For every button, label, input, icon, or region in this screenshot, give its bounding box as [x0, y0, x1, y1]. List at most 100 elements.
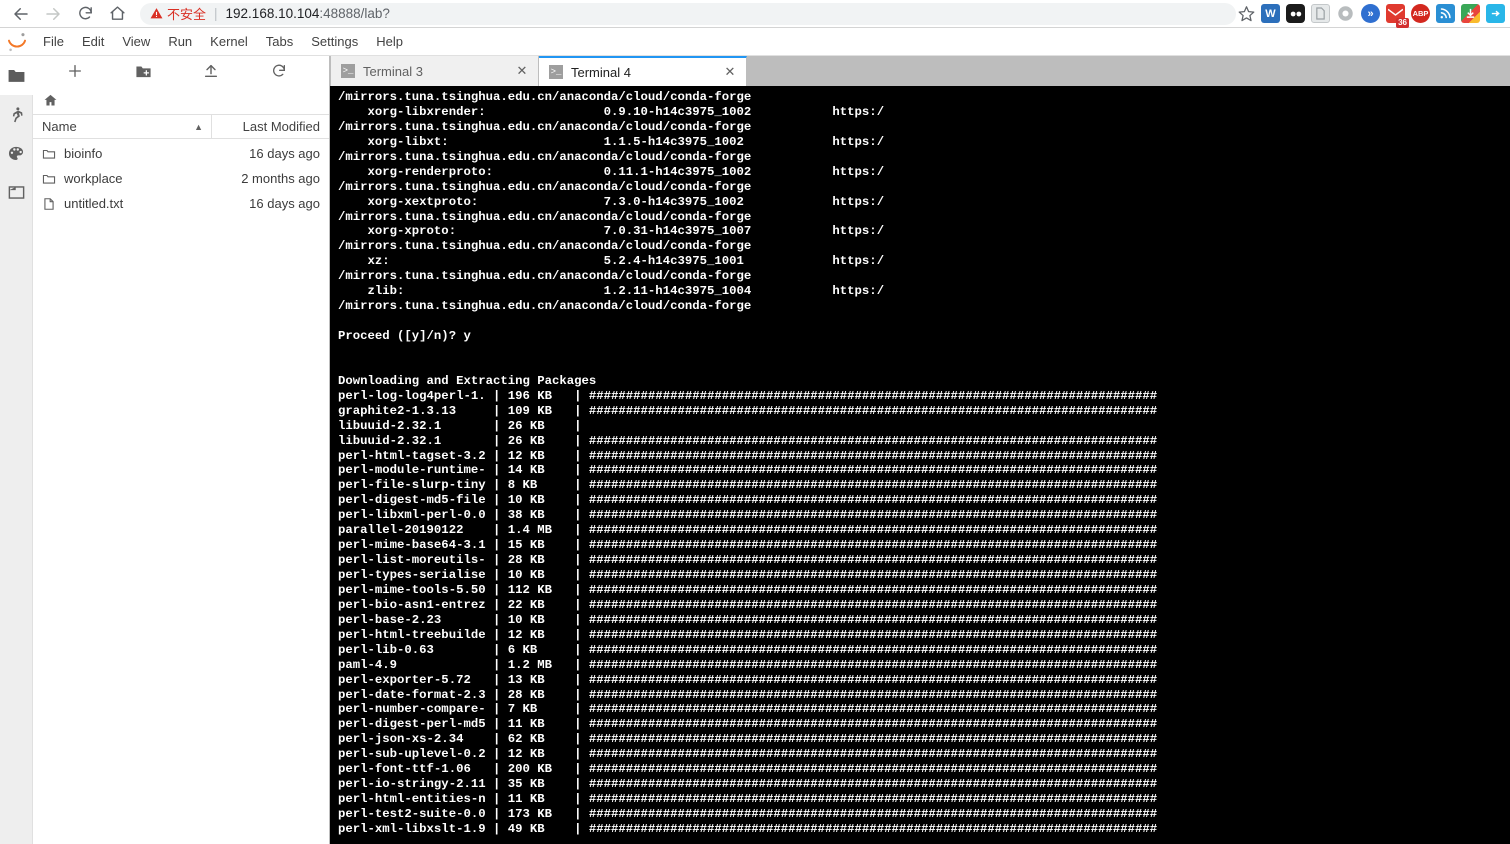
- terminal-line: /mirrors.tuna.tsinghua.edu.cn/anaconda/c…: [338, 239, 752, 254]
- reload-icon[interactable]: [70, 1, 100, 27]
- terminal-line: perl-io-stringy-2.11 | 35 KB | #########…: [338, 777, 1158, 792]
- terminal-line: xorg-xproto: 7.0.31-h14c3975_1007 https:…: [338, 224, 885, 239]
- menu-item-edit[interactable]: Edit: [73, 30, 113, 53]
- terminal-output[interactable]: /mirrors.tuna.tsinghua.edu.cn/anaconda/c…: [330, 86, 1510, 844]
- terminal-line: Downloading and Extracting Packages: [338, 373, 597, 388]
- menu-item-help[interactable]: Help: [367, 30, 412, 53]
- tab-terminal-4[interactable]: >_ Terminal 4 ✕: [539, 56, 747, 86]
- list-item[interactable]: untitled.txt 16 days ago: [33, 191, 329, 216]
- terminal-line: perl-types-serialise | 10 KB | #########…: [338, 568, 1158, 582]
- terminal-line: perl-sub-uplevel-0.2 | 12 KB | #########…: [338, 747, 1158, 762]
- list-item-name: bioinfo: [64, 146, 103, 161]
- chevrons-extension-icon[interactable]: »: [1361, 4, 1380, 23]
- file-list: bioinfo 16 days ago workplace 2 months a…: [33, 139, 329, 844]
- folder-icon: [42, 172, 64, 186]
- terminal-line: perl-digest-perl-md5 | 11 KB | #########…: [338, 717, 1158, 732]
- terminal-line: xorg-renderproto: 0.11.1-h14c3975_1002 h…: [338, 164, 885, 179]
- terminal-icon: >_: [549, 65, 563, 79]
- tab-label: Terminal 3: [363, 63, 423, 79]
- adblock-extension-icon[interactable]: ABP: [1411, 4, 1430, 23]
- menu-item-kernel[interactable]: Kernel: [201, 30, 257, 53]
- column-header-last-modified[interactable]: Last Modified: [212, 119, 329, 134]
- tab-terminal-3[interactable]: >_ Terminal 3 ✕: [331, 56, 539, 86]
- terminal-line: perl-list-moreutils- | 28 KB | #########…: [338, 553, 1158, 568]
- terminal-line: perl-file-slurp-tiny | 8 KB | ##########…: [338, 478, 1158, 493]
- proxy-extension-icon[interactable]: [1486, 4, 1505, 23]
- forward-arrow-icon[interactable]: [38, 1, 68, 27]
- terminal-line: xorg-libxt: 1.1.5-h14c3975_1002 https:/: [338, 134, 885, 149]
- refresh-button[interactable]: [245, 56, 313, 86]
- terminal-line: /mirrors.tuna.tsinghua.edu.cn/anaconda/c…: [338, 149, 752, 164]
- browser-nav-buttons: [0, 1, 132, 27]
- sidebar-item-running-sessions[interactable]: [0, 95, 33, 134]
- breadcrumb[interactable]: [33, 86, 329, 114]
- column-header-name-label: Name: [42, 119, 77, 134]
- terminal-line: perl-mime-base64-3.1 | 15 KB | #########…: [338, 538, 1158, 553]
- new-launcher-button[interactable]: [41, 56, 109, 86]
- upload-button[interactable]: [177, 56, 245, 86]
- back-arrow-icon[interactable]: [6, 1, 36, 27]
- menu-item-run[interactable]: Run: [159, 30, 201, 53]
- menu-item-tabs[interactable]: Tabs: [257, 30, 302, 53]
- terminal-line: perl-exporter-5.72 | 13 KB | ###########…: [338, 672, 1158, 687]
- terminal-line: Proceed ([y]/n)? y: [338, 329, 471, 343]
- terminal-line: perl-mime-tools-5.50 | 112 KB | ########…: [338, 582, 1158, 597]
- jupyterlab-menu-bar: File Edit View Run Kernel Tabs Settings …: [0, 28, 1510, 56]
- terminal-line: xorg-libxrender: 0.9.10-h14c3975_1002 ht…: [338, 104, 885, 119]
- close-icon[interactable]: ✕: [722, 64, 738, 80]
- list-item-modified: 16 days ago: [249, 196, 320, 211]
- terminal-line: /mirrors.tuna.tsinghua.edu.cn/anaconda/c…: [338, 299, 752, 314]
- menu-item-file[interactable]: File: [34, 30, 73, 53]
- terminal-line: zlib: 1.2.11-h14c3975_1004 https:/: [338, 284, 885, 299]
- terminal-line: perl-date-format-2.3 | 28 KB | #########…: [338, 687, 1158, 702]
- star-icon[interactable]: [1238, 1, 1255, 27]
- terminal-line: perl-base-2.23 | 10 KB | ###############…: [338, 612, 1158, 627]
- sidebar-item-file-browser[interactable]: [0, 56, 33, 95]
- list-item[interactable]: workplace 2 months ago: [33, 166, 329, 191]
- menu-item-view[interactable]: View: [113, 30, 159, 53]
- home-icon[interactable]: [102, 1, 132, 27]
- list-item-name: workplace: [64, 171, 123, 186]
- browser-extensions: W » 36 ABP 1: [1255, 4, 1510, 28]
- list-item-name: untitled.txt: [64, 196, 124, 211]
- new-folder-button[interactable]: [109, 56, 177, 86]
- terminal-line: paml-4.9 | 1.2 MB | ####################…: [338, 657, 1158, 672]
- list-item-modified: 2 months ago: [241, 171, 320, 186]
- close-icon[interactable]: ✕: [514, 63, 530, 79]
- menu-item-settings[interactable]: Settings: [302, 30, 367, 53]
- sidebar-item-extension-manager[interactable]: [0, 134, 33, 173]
- home-icon: [44, 94, 57, 105]
- rss-extension-icon[interactable]: [1436, 4, 1455, 23]
- terminal-line: /mirrors.tuna.tsinghua.edu.cn/anaconda/c…: [338, 90, 752, 104]
- terminal-line: perl-bio-asn1-entrez | 22 KB | #########…: [338, 597, 1158, 612]
- terminal-line: perl-digest-md5-file | 10 KB | #########…: [338, 493, 1158, 508]
- pocket-extension-icon[interactable]: [1286, 4, 1305, 23]
- w-extension-icon[interactable]: W: [1261, 4, 1280, 23]
- circle-extension-icon[interactable]: [1336, 4, 1355, 23]
- sidebar-item-open-tabs[interactable]: [0, 173, 33, 212]
- terminal-line: perl-html-entities-n | 11 KB | #########…: [338, 792, 1158, 807]
- mail-extension-icon[interactable]: 36: [1386, 4, 1409, 28]
- jupyter-logo-icon: [0, 31, 34, 53]
- terminal-line: perl-html-treebuilde | 12 KB | #########…: [338, 627, 1158, 642]
- terminal-line: perl-number-compare- | 7 KB | ##########…: [338, 702, 1158, 717]
- terminal-line: perl-libxml-perl-0.0 | 38 KB | #########…: [338, 508, 1158, 523]
- terminal-line: libuuid-2.32.1 | 26 KB |: [338, 418, 589, 433]
- insecure-warning-icon: [150, 7, 163, 20]
- column-header-name[interactable]: Name ▲: [33, 115, 212, 138]
- file-list-header: Name ▲ Last Modified: [33, 114, 329, 139]
- list-item[interactable]: bioinfo 16 days ago: [33, 141, 329, 166]
- tab-label: Terminal 4: [571, 64, 631, 80]
- address-bar[interactable]: 不安全 | 192.168.10.104:48888/lab?: [140, 2, 1236, 25]
- terminal-line: perl-xml-libxslt-1.9 | 49 KB | #########…: [338, 821, 1158, 836]
- terminal-line: perl-log-log4perl-1. | 196 KB | ########…: [338, 388, 1158, 403]
- url-path: :48888/lab?: [319, 6, 390, 21]
- terminal-line: perl-lib-0.63 | 6 KB | #################…: [338, 642, 1158, 657]
- file-browser-toolbar: [33, 56, 329, 86]
- terminal-line: xorg-xextproto: 7.3.0-h14c3975_1002 http…: [338, 194, 885, 209]
- download-extension-icon[interactable]: [1461, 4, 1480, 23]
- document-extension-icon[interactable]: [1311, 4, 1330, 23]
